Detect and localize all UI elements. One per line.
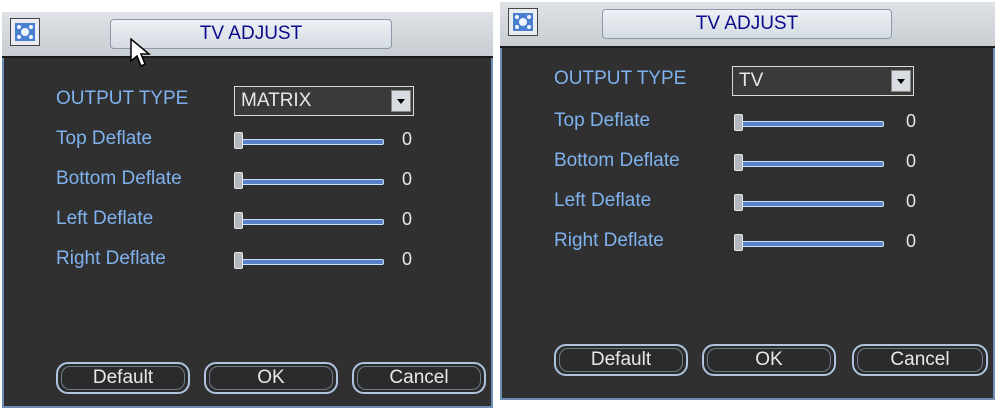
title-bar: TV ADJUST — [2, 12, 493, 58]
left-deflate-slider[interactable] — [734, 194, 884, 212]
slider-thumb[interactable] — [234, 172, 243, 189]
dropdown-arrow-icon[interactable] — [391, 90, 411, 112]
app-logo-icon — [508, 8, 538, 36]
left-deflate-value: 0 — [906, 191, 917, 211]
left-deflate-label: Left Deflate — [554, 190, 652, 211]
top-deflate-slider[interactable] — [734, 114, 884, 132]
right-deflate-value: 0 — [906, 231, 917, 251]
right-deflate-label: Right Deflate — [554, 230, 664, 251]
bottom-deflate-slider[interactable] — [234, 172, 384, 190]
mouse-pointer-icon — [130, 37, 152, 73]
default-button[interactable]: Default — [554, 344, 688, 376]
top-deflate-value: 0 — [402, 129, 413, 149]
slider-thumb[interactable] — [734, 234, 743, 251]
ok-button[interactable]: OK — [204, 362, 338, 394]
slider-thumb[interactable] — [234, 212, 243, 229]
output-type-select[interactable]: TV — [732, 66, 914, 96]
output-type-value: MATRIX — [241, 90, 312, 111]
slider-thumb[interactable] — [234, 132, 243, 149]
app-logo-icon — [10, 18, 40, 46]
left-deflate-value: 0 — [402, 209, 413, 229]
top-deflate-label: Top Deflate — [56, 128, 153, 149]
left-deflate-label: Left Deflate — [56, 208, 154, 229]
bottom-deflate-label: Bottom Deflate — [554, 150, 680, 171]
output-type-select[interactable]: MATRIX — [234, 86, 414, 116]
dropdown-arrow-icon[interactable] — [891, 70, 911, 92]
slider-thumb[interactable] — [234, 252, 243, 269]
slider-thumb[interactable] — [734, 194, 743, 211]
output-type-label: OUTPUT TYPE — [56, 88, 189, 109]
top-deflate-value: 0 — [906, 111, 917, 131]
right-deflate-slider[interactable] — [234, 252, 384, 270]
right-deflate-label: Right Deflate — [56, 248, 166, 269]
output-type-label: OUTPUT TYPE — [554, 68, 687, 89]
bottom-deflate-value: 0 — [402, 169, 413, 189]
bottom-deflate-slider[interactable] — [734, 154, 884, 172]
ok-button[interactable]: OK — [702, 344, 836, 376]
output-type-value: TV — [739, 70, 764, 91]
tv-adjust-dialog-tv: TV ADJUST OUTPUT TYPE TV Top Deflate 0 B… — [500, 2, 995, 400]
bottom-deflate-value: 0 — [906, 151, 917, 171]
right-deflate-value: 0 — [402, 249, 413, 269]
dialog-title: TV ADJUST — [602, 9, 892, 39]
dialog-title: TV ADJUST — [110, 19, 392, 49]
top-deflate-label: Top Deflate — [554, 110, 651, 131]
slider-thumb[interactable] — [734, 114, 743, 131]
cancel-button[interactable]: Cancel — [352, 362, 486, 394]
left-deflate-slider[interactable] — [234, 212, 384, 230]
dialog-body: OUTPUT TYPE TV Top Deflate 0 Bottom Defl… — [500, 48, 995, 400]
right-deflate-slider[interactable] — [734, 234, 884, 252]
top-deflate-slider[interactable] — [234, 132, 384, 150]
bottom-deflate-label: Bottom Deflate — [56, 168, 182, 189]
title-bar: TV ADJUST — [500, 2, 995, 48]
default-button[interactable]: Default — [56, 362, 190, 394]
cancel-button[interactable]: Cancel — [852, 344, 988, 376]
tv-adjust-dialog-matrix: TV ADJUST OUTPUT TYPE MATRIX Top Deflate… — [2, 12, 493, 408]
dialog-body: OUTPUT TYPE MATRIX Top Deflate 0 Bottom … — [2, 58, 493, 408]
slider-thumb[interactable] — [734, 154, 743, 171]
